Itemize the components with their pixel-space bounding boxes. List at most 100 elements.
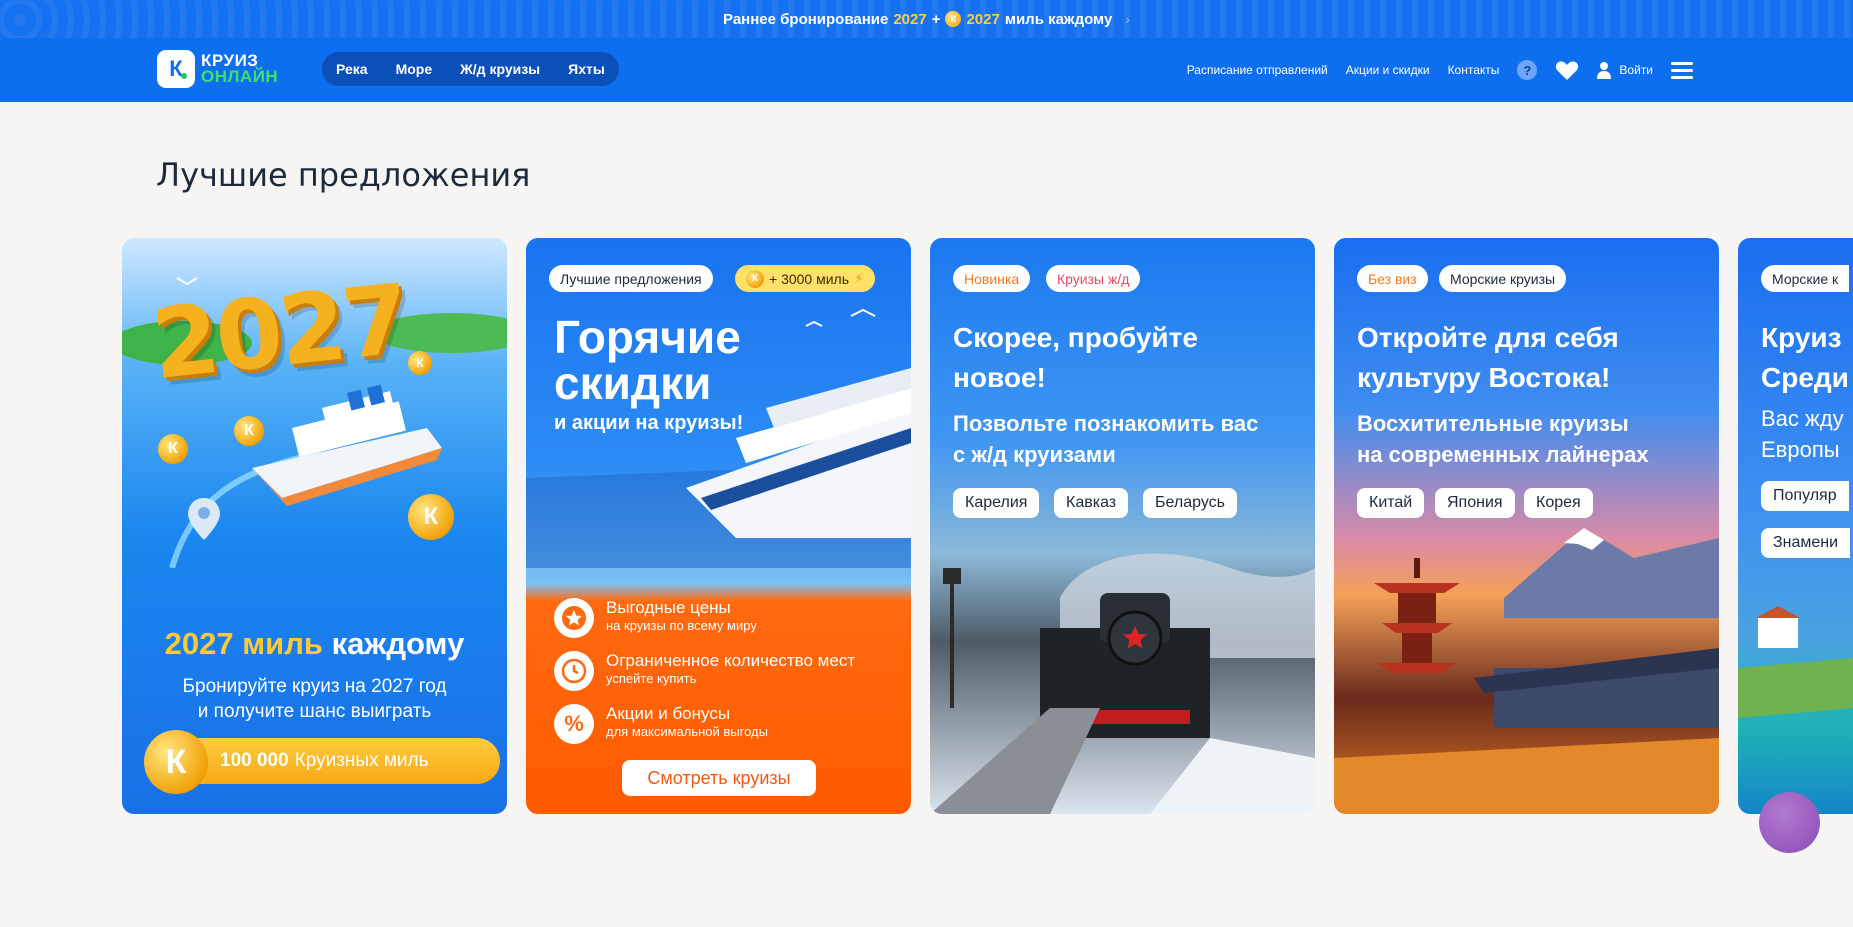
clock-icon [554,651,594,691]
lightning-icon: ⚡ [854,270,864,286]
secondary-nav: Расписание отправлений Акции и скидки Ко… [1187,38,1693,102]
nav-river[interactable]: Река [336,61,368,77]
offer-card-rail-cruises[interactable]: Новинка Круизы ж/д Скорее, пробуйте ново… [930,238,1315,814]
offer-card-hot-deals[interactable]: Лучшие предложения К + 3000 миль ⚡ Горяч… [526,238,911,814]
tag-miles-bonus-text: + 3000 миль [769,270,850,287]
logo-icon: К [157,50,195,88]
tag-best-offers: Лучшие предложения [549,265,713,292]
benefit-title: Акции и бонусы [606,704,731,723]
miles-coin-icon: К [746,269,764,288]
benefits-list: Выгодные цены на круизы по всему миру Ог… [554,598,855,757]
star-icon [554,598,594,638]
card-subtitle-line1: Вас жду [1761,406,1844,431]
promo-miles-count: 2027 [966,10,1000,28]
heart-icon[interactable] [1555,59,1579,81]
miles-coin-icon: К [234,416,264,446]
offer-card-miles[interactable]: 2027 К К К К 2027 миль каждому Бронируйт… [122,238,507,814]
benefit-title: Ограниченное количество мест [606,651,856,670]
card-title-line2: новое! [953,362,1046,393]
miles-headline-amount: 2027 миль [164,626,323,661]
section-title: Лучшие предложения [156,156,531,194]
card-title-line2: скидки [554,357,712,409]
list-item: Выгодные цены на круизы по всему миру [554,598,855,651]
benefit-title: Выгодные цены [606,598,731,617]
chip-caucasus[interactable]: Кавказ [1054,488,1129,518]
card-subtitle-line2: с ж/д круизами [953,442,1116,467]
card-title: Скорее, пробуйте новое! [953,318,1198,398]
card-subtitle: Позвольте познакомить вас с ж/д круизами [953,408,1258,470]
card-title-line1: Горячие [554,311,741,363]
list-item: % Акции и бонусы для максимальной выгоды [554,704,855,757]
view-cruises-button[interactable]: Смотреть круизы [622,760,816,796]
chat-button[interactable] [1759,792,1820,853]
card-subtitle-line2: Европы [1761,437,1840,462]
tag-miles-bonus: К + 3000 миль ⚡ [735,265,875,292]
card-title-line1: Скорее, пробуйте [953,322,1198,353]
miles-coin-icon: К [158,434,188,464]
card-subtitle-line1: Восхитительные круизы [1357,411,1629,436]
nav-schedule[interactable]: Расписание отправлений [1187,63,1328,77]
card-title-line2: Среди [1761,362,1849,393]
chip-belarus[interactable]: Беларусь [1143,488,1237,518]
miles-headline-text: каждому [331,626,465,661]
site-logo[interactable]: К КРУИЗ ОНЛАЙН [157,50,278,88]
offer-card-mediterranean[interactable]: Морские к Круиз Среди Вас жду Европы Поп… [1738,238,1853,814]
main-nav: Река Море Ж/д круизы Яхты [322,52,619,86]
card-subtitle-line2: на современных лайнерах [1357,442,1649,467]
card-subtitle: и акции на круизы! [554,412,744,434]
chip-japan[interactable]: Япония [1435,488,1515,518]
miles-headline: 2027 миль каждому [122,626,507,662]
card-description-line2: и получите шанс выиграть [197,701,432,722]
chip-karelia[interactable]: Карелия [953,488,1040,518]
chip-korea[interactable]: Корея [1524,488,1593,518]
logo-line2: ОНЛАЙН [201,67,279,86]
help-icon[interactable]: ? [1517,60,1538,80]
prize-amount: 100 000 [220,750,289,771]
promo-banner[interactable]: Раннее бронирование 2027 + К 2027 миль к… [0,0,1853,38]
promo-miles-text: миль каждому [1004,10,1113,28]
site-header: К КРУИЗ ОНЛАЙН Река Море Ж/д круизы Яхты… [0,38,1853,102]
card-title-line1: Откройте для себя [1357,322,1619,353]
menu-icon[interactable] [1671,61,1693,79]
chip-china[interactable]: Китай [1357,488,1425,518]
list-item: Ограниченное количество мест успейте куп… [554,651,855,704]
offer-card-east-culture[interactable]: Без виз Морские круизы Откройте для себя… [1334,238,1719,814]
nav-yachts[interactable]: Яхты [568,61,605,77]
card-title-line2: культуру Востока! [1357,362,1611,393]
chip-famous[interactable]: Знамени [1761,528,1851,558]
prize-label: Круизных миль [294,750,429,771]
benefit-subtitle: для максимальной выгоды [606,724,768,739]
promo-plus: + [931,10,941,28]
login-label: Войти [1619,63,1653,77]
tag-new: Новинка [953,265,1031,292]
card-title-line1: Круиз [1761,322,1842,353]
card-subtitle-line1: Позвольте познакомить вас [953,411,1259,436]
nav-rail[interactable]: Ж/д круизы [460,61,540,77]
promo-text: Раннее бронирование [723,10,889,28]
chevron-right-icon: › [1125,11,1130,27]
benefit-subtitle: на круизы по всему миру [606,618,757,633]
card-description-line1: Бронируйте круиз на 2027 год [182,676,447,697]
benefit-subtitle: успейте купить [606,671,697,686]
card-title: Откройте для себя культуру Востока! [1357,318,1619,398]
card-description: Бронируйте круиз на 2027 год и получите … [122,674,507,724]
chip-popular[interactable]: Популяр [1761,481,1849,511]
nav-sea[interactable]: Море [396,61,433,77]
nav-contacts[interactable]: Контакты [1448,63,1500,77]
nav-promotions[interactable]: Акции и скидки [1346,63,1430,77]
card-title: Горячие скидки [554,314,741,406]
tag-visa-free: Без виз [1357,265,1428,292]
card-subtitle: Вас жду Европы [1761,403,1844,465]
login-button[interactable]: Войти [1597,61,1653,79]
miles-coin-icon: К [408,351,432,375]
tag-sea-cruises: Морские к [1761,265,1850,292]
card-subtitle: Восхитительные круизы на современных лай… [1357,408,1649,470]
tag-rail-cruises: Круизы ж/д [1046,265,1141,292]
percent-icon: % [554,704,594,744]
tag-sea-cruises: Морские круизы [1439,265,1567,292]
promo-year: 2027 [893,10,927,28]
user-icon [1597,62,1612,79]
card-title: Круиз Среди [1761,318,1849,398]
miles-coin-icon: К [408,494,454,540]
miles-coin-icon: К [945,11,962,27]
